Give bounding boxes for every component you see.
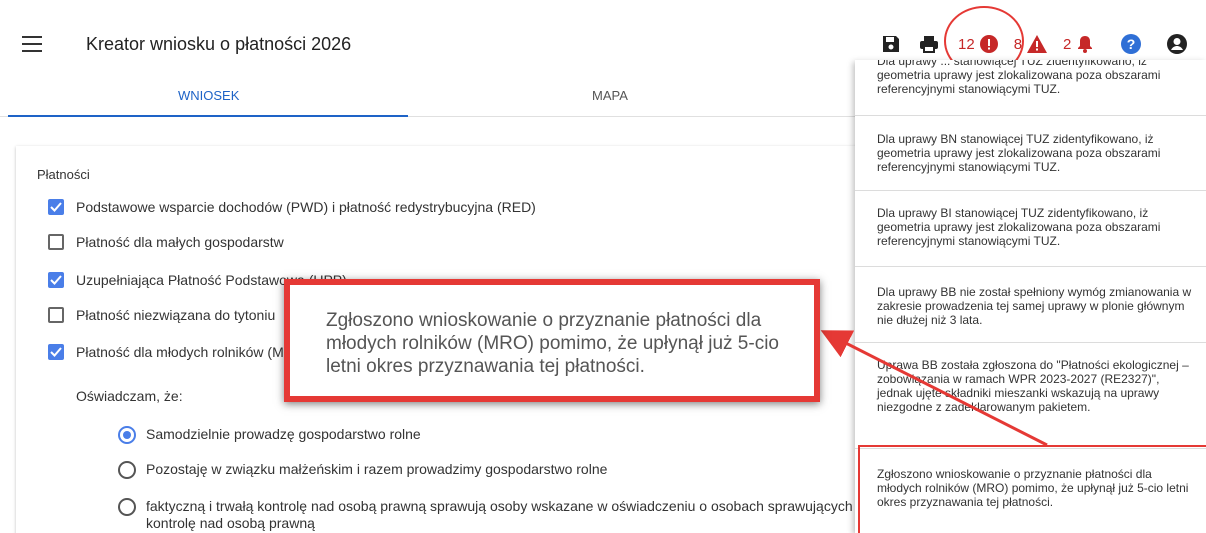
radio-checked-icon[interactable]: [118, 426, 136, 444]
callout-text: Zgłoszono wnioskowanie o przyznanie płat…: [326, 310, 779, 377]
divider: [855, 266, 1206, 267]
divider: [855, 115, 1206, 116]
notification-item[interactable]: Dla uprawy ... stanowiącej TUZ zidentyfi…: [877, 60, 1193, 96]
notification-item[interactable]: Uprawa BB została zgłoszona do "Płatnośc…: [877, 358, 1193, 414]
print-icon[interactable]: [918, 35, 940, 53]
notifications-count[interactable]: 2: [1063, 36, 1071, 53]
bell-icon[interactable]: [1077, 35, 1093, 53]
tab-wniosek[interactable]: WNIOSEK: [178, 88, 239, 103]
svg-text:?: ?: [1127, 36, 1136, 52]
notification-item[interactable]: Dla uprawy BN stanowiącej TUZ zidentyfik…: [877, 132, 1193, 174]
radio-label: Pozostaję w związku małżeńskim i razem p…: [146, 461, 608, 477]
payment-label: Podstawowe wsparcie dochodów (PWD) i pła…: [76, 199, 536, 215]
account-icon[interactable]: [1167, 34, 1188, 54]
checkbox-unchecked-icon[interactable]: [48, 307, 64, 323]
radio-option-married[interactable]: Pozostaję w związku małżeńskim i razem p…: [118, 461, 607, 479]
radio-label: faktyczną i trwałą kontrolę nad osobą pr…: [146, 498, 853, 531]
payment-pwd-red[interactable]: Podstawowe wsparcie dochodów (PWD) i pła…: [48, 199, 536, 215]
warning-icon[interactable]: [1027, 35, 1048, 53]
payment-label: Płatność niezwiązana do tytoniu: [76, 307, 276, 323]
divider: [855, 190, 1206, 191]
checkbox-checked-icon[interactable]: [48, 272, 64, 288]
payments-section-label: Płatności: [37, 167, 90, 182]
tab-mapa[interactable]: MAPA: [592, 88, 628, 103]
notification-highlight-box: [858, 445, 1206, 533]
toolbar: 12 8 2 ?: [880, 30, 1188, 58]
divider: [855, 342, 1206, 343]
checkbox-unchecked-icon[interactable]: [48, 234, 64, 250]
payment-small-farms[interactable]: Płatność dla małych gospodarstw: [48, 234, 284, 250]
radio-option-legal-person[interactable]: faktyczną i trwałą kontrolę nad osobą pr…: [118, 498, 858, 532]
notification-item[interactable]: Dla uprawy BB nie został spełniony wymóg…: [877, 285, 1193, 327]
notification-item[interactable]: Dla uprawy BI stanowiącej TUZ zidentyfik…: [877, 206, 1193, 248]
declaration-label: Oświadczam, że:: [76, 388, 183, 404]
radio-unchecked-icon[interactable]: [118, 461, 136, 479]
payment-label: Płatność dla małych gospodarstw: [76, 234, 284, 250]
radio-option-self[interactable]: Samodzielnie prowadzę gospodarstwo rolne: [118, 426, 421, 444]
menu-icon[interactable]: [22, 36, 42, 52]
payment-young-farmers[interactable]: Płatność dla młodych rolników (MRO): [48, 344, 309, 360]
zoom-callout: Zgłoszono wnioskowanie o przyznanie płat…: [284, 279, 820, 402]
payment-tobacco[interactable]: Płatność niezwiązana do tytoniu: [48, 307, 275, 323]
active-tab-indicator: [8, 115, 408, 117]
checkbox-checked-icon[interactable]: [48, 344, 64, 360]
radio-unchecked-icon[interactable]: [118, 498, 136, 516]
radio-label: Samodzielnie prowadzę gospodarstwo rolne: [146, 426, 421, 442]
help-icon[interactable]: ?: [1121, 34, 1142, 54]
tab-bar: WNIOSEK MAPA: [0, 80, 860, 117]
save-icon[interactable]: [880, 35, 902, 53]
page-title: Kreator wniosku o płatności 2026: [86, 34, 352, 54]
payment-label: Płatność dla młodych rolników (MRO): [76, 344, 310, 360]
checkbox-checked-icon[interactable]: [48, 199, 64, 215]
